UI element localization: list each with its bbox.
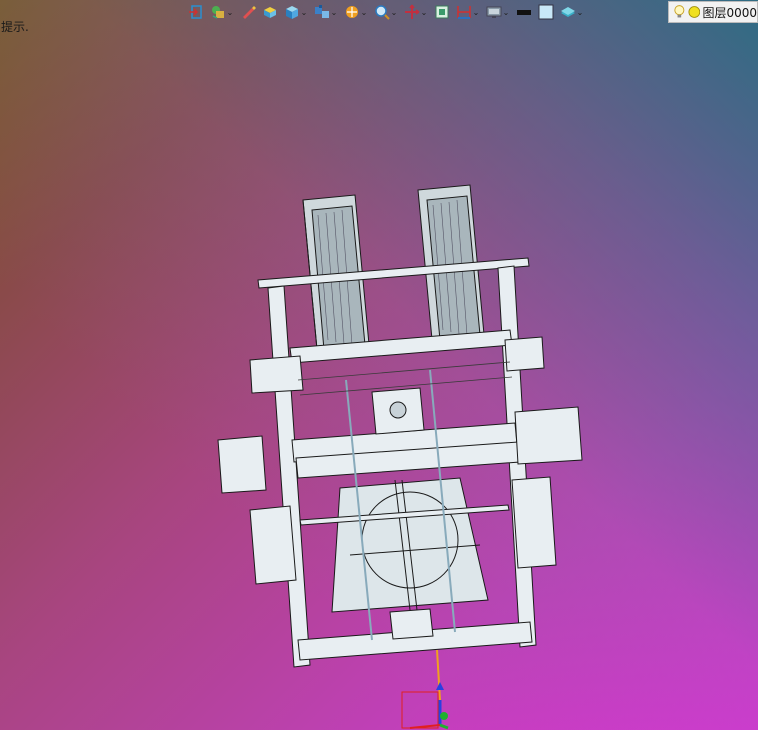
pan-button[interactable]: ⌄ bbox=[402, 1, 430, 23]
dimension-icon bbox=[457, 6, 471, 19]
color-black-icon bbox=[517, 10, 531, 15]
display-settings-button[interactable]: ⌄ bbox=[484, 1, 512, 23]
box-primitive-icon bbox=[264, 7, 276, 18]
chevron-down-icon[interactable]: ⌄ bbox=[226, 4, 234, 20]
exit-sketch-icon bbox=[189, 5, 202, 19]
side-bracket-right-top bbox=[504, 336, 545, 372]
section-view-button[interactable]: ⌄ bbox=[342, 1, 370, 23]
graphics-viewport[interactable] bbox=[0, 24, 758, 730]
pencil-button[interactable] bbox=[238, 1, 258, 23]
color-lightblue-icon bbox=[538, 4, 554, 20]
chevron-down-icon[interactable]: ⌄ bbox=[576, 4, 584, 20]
bottom-motor-mount bbox=[389, 608, 434, 640]
printer-assembly-model bbox=[217, 184, 583, 668]
zoom-icon bbox=[375, 5, 390, 20]
fit-view-button[interactable] bbox=[432, 1, 452, 23]
color-black-button[interactable] bbox=[514, 1, 534, 23]
layer-color-icon[interactable] bbox=[688, 5, 701, 19]
standard-views-icon bbox=[315, 5, 329, 18]
chevron-down-icon[interactable]: ⌄ bbox=[390, 4, 398, 20]
display-settings-icon bbox=[486, 6, 502, 18]
coordinate-triad bbox=[401, 649, 449, 730]
dimension-button[interactable]: ⌄ bbox=[454, 1, 482, 23]
spool-rod bbox=[257, 257, 530, 289]
layer-fill-icon bbox=[561, 7, 575, 17]
view-cube-button[interactable]: ⌄ bbox=[282, 1, 310, 23]
side-bracket-right-low bbox=[511, 476, 557, 569]
chevron-down-icon[interactable]: ⌄ bbox=[300, 4, 308, 20]
chevron-down-icon[interactable]: ⌄ bbox=[420, 4, 428, 20]
side-bracket-left-mid bbox=[217, 435, 267, 494]
layer-name: 图层0000 bbox=[702, 5, 757, 20]
side-bracket-left-low bbox=[249, 505, 297, 585]
pan-icon bbox=[405, 4, 420, 19]
standard-views-button[interactable]: ⌄ bbox=[312, 1, 340, 23]
side-bracket-right-mid bbox=[514, 406, 583, 465]
zoom-button[interactable]: ⌄ bbox=[372, 1, 400, 23]
box-primitive-button[interactable] bbox=[260, 1, 280, 23]
view-cube-icon bbox=[286, 6, 298, 19]
pencil-icon bbox=[243, 6, 256, 19]
chevron-down-icon[interactable]: ⌄ bbox=[360, 4, 368, 20]
layer-selector[interactable]: 图层0000 bbox=[668, 1, 758, 23]
exit-sketch-button[interactable] bbox=[186, 1, 206, 23]
lightbulb-icon[interactable] bbox=[673, 4, 686, 20]
chevron-down-icon[interactable]: ⌄ bbox=[502, 4, 510, 20]
color-lightblue-button[interactable] bbox=[536, 1, 556, 23]
side-bracket-left-top bbox=[249, 355, 304, 394]
chevron-down-icon[interactable]: ⌄ bbox=[330, 4, 338, 20]
render-style-button[interactable]: ⌄ bbox=[208, 1, 236, 23]
layer-fill-button[interactable]: ⌄ bbox=[558, 1, 586, 23]
chevron-down-icon[interactable]: ⌄ bbox=[472, 4, 480, 20]
fit-view-icon bbox=[435, 5, 449, 19]
render-style-icon bbox=[212, 6, 224, 19]
section-view-icon bbox=[346, 6, 358, 18]
